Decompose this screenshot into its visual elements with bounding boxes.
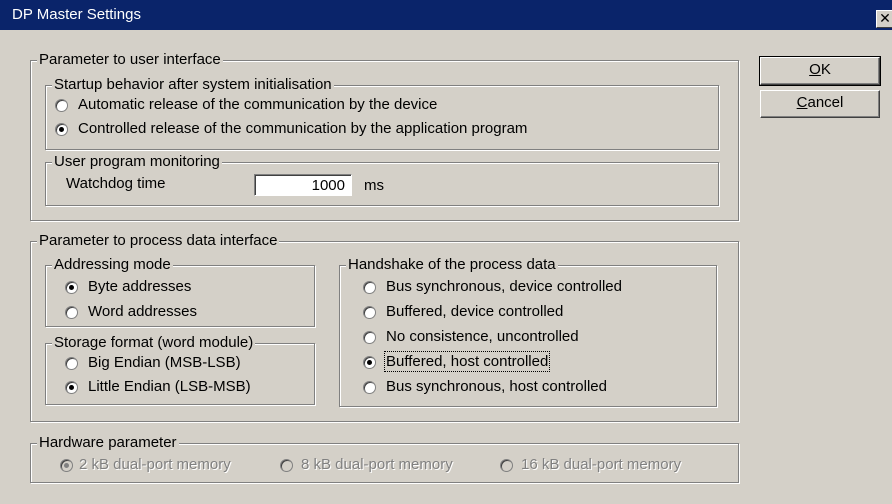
memory-16kb-label: 16 kB dual-port memory (521, 456, 682, 473)
cancel-label-rest: ancel (807, 94, 844, 111)
cancel-mnemonic: C (796, 94, 808, 111)
memory-8kb-label: 8 kB dual-port memory (301, 456, 453, 473)
radio-checked-icon (60, 459, 73, 472)
startup-legend: Startup behavior after system initialisa… (52, 76, 334, 93)
handshake-no-consistence-radio[interactable] (362, 330, 377, 345)
radio-icon (363, 381, 376, 394)
handshake-legend: Handshake of the process data (346, 256, 558, 273)
ok-button[interactable]: OK (759, 56, 881, 86)
radio-checked-icon (65, 381, 78, 394)
handshake-buffered-device-label: Buffered, device controlled (386, 303, 564, 320)
handshake-bus-sync-device-label: Bus synchronous, device controlled (386, 278, 622, 295)
memory-2kb-label: 2 kB dual-port memory (79, 456, 231, 473)
little-endian-radio[interactable] (64, 380, 79, 395)
handshake-bus-sync-host-radio[interactable] (362, 380, 377, 395)
handshake-bus-sync-host-label: Bus synchronous, host controlled (386, 378, 607, 395)
radio-icon (363, 331, 376, 344)
radio-icon (363, 281, 376, 294)
ok-label-rest: K (820, 61, 831, 78)
big-endian-radio[interactable] (64, 356, 79, 371)
radio-icon (55, 99, 68, 112)
handshake-group: Handshake of the process data Bus synchr… (339, 256, 717, 407)
word-addresses-radio[interactable] (64, 305, 79, 320)
watchdog-unit: ms (364, 177, 384, 194)
radio-icon (500, 459, 513, 472)
radio-icon (65, 357, 78, 370)
startup-group: Startup behavior after system initialisa… (45, 76, 719, 150)
window-title: DP Master Settings (12, 6, 141, 23)
startup-auto-label: Automatic release of the communication b… (78, 96, 438, 113)
byte-addresses-label: Byte addresses (88, 278, 192, 295)
process-data-legend: Parameter to process data interface (37, 232, 280, 249)
monitoring-group: User program monitoring Watchdog time 10… (45, 153, 719, 206)
radio-checked-icon (363, 356, 376, 369)
handshake-buffered-host-radio[interactable] (362, 355, 377, 370)
word-addresses-label: Word addresses (88, 303, 197, 320)
storage-format-group: Storage format (word module) Big Endian … (45, 334, 315, 405)
handshake-no-consistence-label: No consistence, uncontrolled (386, 328, 579, 345)
addressing-group: Addressing mode Byte addresses Word addr… (45, 256, 315, 327)
addressing-legend: Addressing mode (52, 256, 173, 273)
user-interface-legend: Parameter to user interface (37, 51, 223, 68)
memory-16kb-radio[interactable] (499, 458, 514, 473)
radio-icon (363, 306, 376, 319)
dialog-window: DP Master Settings ✕ OK Cancel Parameter… (0, 0, 892, 504)
handshake-buffered-device-radio[interactable] (362, 305, 377, 320)
little-endian-label: Little Endian (LSB-MSB) (88, 378, 251, 395)
big-endian-label: Big Endian (MSB-LSB) (88, 354, 241, 371)
memory-2kb-radio[interactable] (59, 458, 74, 473)
radio-icon (65, 306, 78, 319)
radio-icon (280, 459, 293, 472)
process-data-group: Parameter to process data interface Addr… (30, 232, 739, 422)
radio-checked-icon (65, 281, 78, 294)
memory-8kb-radio[interactable] (279, 458, 294, 473)
cancel-button[interactable]: Cancel (760, 90, 880, 118)
startup-controlled-radio[interactable] (54, 122, 69, 137)
ok-mnemonic: O (809, 61, 821, 78)
hardware-legend: Hardware parameter (37, 434, 179, 451)
radio-checked-icon (55, 123, 68, 136)
hardware-group: Hardware parameter 2 kB dual-port memory… (30, 434, 739, 483)
startup-controlled-label: Controlled release of the communication … (78, 120, 528, 137)
watchdog-input[interactable]: 1000 (254, 174, 352, 196)
monitoring-legend: User program monitoring (52, 153, 222, 170)
byte-addresses-radio[interactable] (64, 280, 79, 295)
storage-format-legend: Storage format (word module) (52, 334, 256, 351)
title-bar: DP Master Settings ✕ (0, 0, 892, 30)
handshake-buffered-host-label: Buffered, host controlled (383, 351, 551, 372)
user-interface-group: Parameter to user interface Startup beha… (30, 51, 739, 221)
watchdog-label: Watchdog time (66, 175, 166, 192)
handshake-bus-sync-device-radio[interactable] (362, 280, 377, 295)
close-icon[interactable]: ✕ (876, 10, 892, 28)
startup-auto-radio[interactable] (54, 98, 69, 113)
